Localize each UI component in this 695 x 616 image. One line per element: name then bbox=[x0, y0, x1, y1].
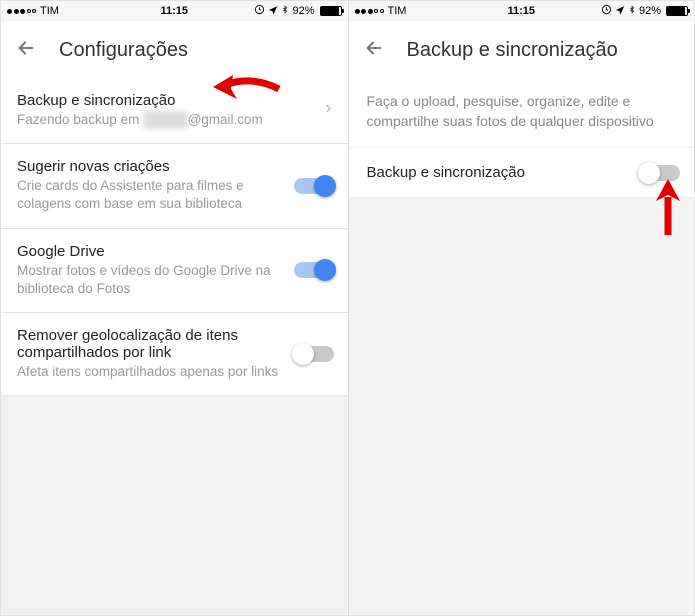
chevron-right-icon bbox=[322, 99, 334, 122]
location-icon bbox=[615, 5, 625, 18]
battery-icon bbox=[320, 6, 342, 16]
signal-dots-icon bbox=[355, 9, 384, 14]
remove-geo-toggle[interactable] bbox=[294, 346, 334, 362]
suggest-creations-row[interactable]: Sugerir novas criações Crie cards do Ass… bbox=[1, 144, 348, 228]
back-button[interactable] bbox=[363, 37, 385, 64]
status-bar: TIM 11:15 92% bbox=[1, 1, 348, 21]
sub-suffix: @gmail.com bbox=[188, 112, 263, 127]
empty-area bbox=[349, 198, 695, 615]
carrier-label: TIM bbox=[40, 5, 59, 17]
row-title: Backup e sincronização bbox=[367, 164, 677, 181]
status-left: TIM bbox=[7, 5, 59, 17]
phone-right: TIM 11:15 92% Backup e sincronização Faç… bbox=[348, 1, 695, 615]
battery-pct-label: 92% bbox=[639, 5, 661, 17]
bluetooth-icon bbox=[628, 4, 636, 18]
location-icon bbox=[268, 5, 278, 18]
row-subtitle: Fazendo backup em xxxxxx@gmail.com bbox=[17, 111, 332, 129]
page-title: Backup e sincronização bbox=[407, 39, 618, 62]
row-subtitle: Crie cards do Assistente para filmes e c… bbox=[17, 177, 332, 213]
row-title: Backup e sincronização bbox=[17, 92, 332, 109]
status-right: 92% bbox=[254, 4, 341, 18]
row-title: Remover geolocalização de itens comparti… bbox=[17, 327, 332, 361]
app-header: Backup e sincronização bbox=[349, 21, 695, 78]
backup-sync-toggle-row[interactable]: Backup e sincronização bbox=[349, 147, 695, 198]
battery-pct-label: 92% bbox=[292, 5, 314, 17]
app-header: Configurações bbox=[1, 21, 348, 78]
google-drive-toggle[interactable] bbox=[294, 262, 334, 278]
redacted-email-user: xxxxxx bbox=[143, 111, 188, 129]
rotation-lock-icon bbox=[254, 4, 265, 18]
carrier-label: TIM bbox=[388, 5, 407, 17]
backup-sync-toggle[interactable] bbox=[640, 165, 680, 181]
status-left: TIM bbox=[355, 5, 407, 17]
bluetooth-icon bbox=[281, 4, 289, 18]
rotation-lock-icon bbox=[601, 4, 612, 18]
battery-icon bbox=[666, 6, 688, 16]
row-title: Google Drive bbox=[17, 243, 332, 260]
row-subtitle: Afeta itens compartilhados apenas por li… bbox=[17, 363, 332, 381]
signal-dots-icon bbox=[7, 9, 36, 14]
suggest-creations-toggle[interactable] bbox=[294, 178, 334, 194]
status-right: 92% bbox=[601, 4, 688, 18]
row-subtitle: Mostrar fotos e vídeos do Google Drive n… bbox=[17, 262, 332, 298]
sub-prefix: Fazendo backup em bbox=[17, 112, 143, 127]
status-bar: TIM 11:15 92% bbox=[349, 1, 695, 21]
google-drive-row[interactable]: Google Drive Mostrar fotos e vídeos do G… bbox=[1, 229, 348, 313]
settings-list: Backup e sincronização Fazendo backup em… bbox=[1, 78, 348, 615]
backup-sync-row[interactable]: Backup e sincronização Fazendo backup em… bbox=[1, 78, 348, 144]
phone-left: TIM 11:15 92% Configurações Backup e sin… bbox=[1, 1, 348, 615]
remove-geo-row[interactable]: Remover geolocalização de itens comparti… bbox=[1, 313, 348, 396]
back-button[interactable] bbox=[15, 37, 37, 64]
backup-description: Faça o upload, pesquise, organize, edite… bbox=[349, 78, 695, 147]
row-title: Sugerir novas criações bbox=[17, 158, 332, 175]
page-title: Configurações bbox=[59, 39, 188, 62]
